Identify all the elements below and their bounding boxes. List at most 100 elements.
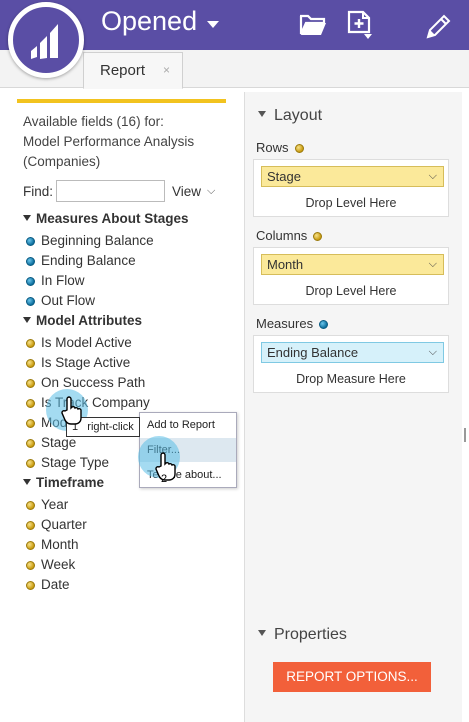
logo-bars-icon [31,24,58,59]
collapse-triangle-icon [258,630,266,636]
marketo-logo[interactable] [8,2,84,78]
report-title[interactable]: Opened [101,6,197,37]
layout-section-header[interactable]: Layout [258,107,322,125]
chevron-down-icon[interactable]: ⌵ [429,343,437,362]
chevron-down-icon[interactable]: ⌵ [429,255,437,274]
avail-line: (Companies) [23,154,101,169]
tooltip-text: right-click [87,421,134,433]
group-label: Timeframe [36,475,105,490]
field-item[interactable]: Is Model Active [26,335,132,350]
drop-measure-hint: Drop Measure Here [296,372,406,386]
attribute-dot-icon [26,399,35,408]
measure-dot-icon [319,320,329,329]
properties-section-header[interactable]: Properties [258,626,347,644]
group-model-attributes[interactable]: Model Attributes [23,313,142,328]
hand-cursor-icon [60,396,84,431]
rows-label: Rows [256,140,304,155]
field-item[interactable]: Month [26,537,79,552]
collapse-triangle-icon [258,111,266,117]
view-menu[interactable]: View [172,184,201,199]
field-label: Beginning Balance [41,233,154,248]
section-title: Layout [274,107,323,124]
chip-label: Ending Balance [267,345,359,360]
field-label: Stage Type [41,455,110,470]
field-label: In Flow [41,273,85,288]
panel-accent-bar [17,99,226,103]
chip-label: Month [267,257,304,272]
field-label: Ending Balance [41,253,136,268]
rows-drop-zone[interactable]: Stage ⌵ Drop Level Here [253,159,449,217]
chevron-down-icon[interactable]: ⌵ [429,167,437,186]
pencil-icon[interactable] [424,13,452,46]
measure-dot-icon [26,277,35,286]
field-label: Date [41,577,70,592]
measures-label: Measures [256,316,329,331]
columns-chip-month[interactable]: Month ⌵ [261,254,444,275]
group-measures-about-stages[interactable]: Measures About Stages [23,211,189,226]
field-label: Week [41,557,76,572]
group-timeframe[interactable]: Timeframe [23,475,104,490]
field-item[interactable]: Out Flow [26,293,95,308]
attribute-dot-icon [26,379,35,388]
field-label: On Success Path [41,375,146,390]
field-item[interactable]: Is Stage Active [26,355,130,370]
measures-drop-zone[interactable]: Ending Balance ⌵ Drop Measure Here [253,335,449,393]
chevron-down-icon[interactable]: ⌵ [207,185,215,198]
field-item[interactable]: Date [26,577,70,592]
chip-label: Stage [267,169,301,184]
section-title: Properties [274,626,347,643]
step-number: 2 [161,473,168,485]
rows-chip-stage[interactable]: Stage ⌵ [261,166,444,187]
avail-line: Available fields (16) for: [23,114,164,129]
field-label: Out Flow [41,293,96,308]
drop-level-hint: Drop Level Here [305,284,397,298]
field-item[interactable]: Year [26,497,68,512]
attribute-dot-icon [26,359,35,368]
field-item[interactable]: Week [26,557,75,572]
expand-triangle-icon [23,479,31,485]
tab-report[interactable]: Report × [83,52,183,89]
title-dropdown-icon[interactable] [207,21,219,28]
field-item[interactable]: Beginning Balance [26,233,154,248]
report-options-button[interactable]: REPORT OPTIONS... [273,662,431,692]
folder-open-icon[interactable] [298,12,328,43]
field-label: Quarter [41,517,87,532]
field-item[interactable]: Stage Type [26,455,109,470]
attribute-dot-icon [294,144,304,153]
zone-title: Measures [256,316,314,331]
field-label: Stage [41,435,77,450]
panel-resize-handle[interactable] [464,428,466,442]
field-item[interactable]: In Flow [26,273,85,288]
attribute-dot-icon [26,339,35,348]
columns-drop-zone[interactable]: Month ⌵ Drop Level Here [253,247,449,305]
avail-line: Model Performance Analysis [23,134,195,149]
attribute-dot-icon [26,521,35,530]
attribute-dot-icon [26,459,35,468]
zone-title: Columns [256,228,308,243]
field-item[interactable]: Quarter [26,517,87,532]
close-icon[interactable]: × [163,63,170,77]
zone-title: Rows [256,140,289,155]
attribute-dot-icon [26,439,35,448]
attribute-dot-icon [26,561,35,570]
attribute-dot-icon [26,541,35,550]
field-label: Is Stage Active [41,355,131,370]
available-fields-text: Available fields (16) for: Model Perform… [23,112,228,172]
field-item[interactable]: Ending Balance [26,253,136,268]
attribute-dot-icon [26,501,35,510]
field-item[interactable]: Stage [26,435,76,450]
expand-triangle-icon [23,215,31,221]
field-label: Is Model Active [41,335,132,350]
field-item[interactable]: On Success Path [26,375,145,390]
attribute-dot-icon [313,232,323,241]
tab-label: Report [100,62,146,79]
field-label: Year [41,497,69,512]
group-label: Measures About Stages [36,211,189,226]
find-input[interactable] [56,180,165,202]
measure-dot-icon [26,257,35,266]
measures-chip-ending-balance[interactable]: Ending Balance ⌵ [261,342,444,363]
attribute-dot-icon [26,419,35,428]
columns-label: Columns [256,228,323,243]
new-document-icon[interactable] [346,10,376,47]
menu-item-add-to-report[interactable]: Add to Report [140,413,236,437]
